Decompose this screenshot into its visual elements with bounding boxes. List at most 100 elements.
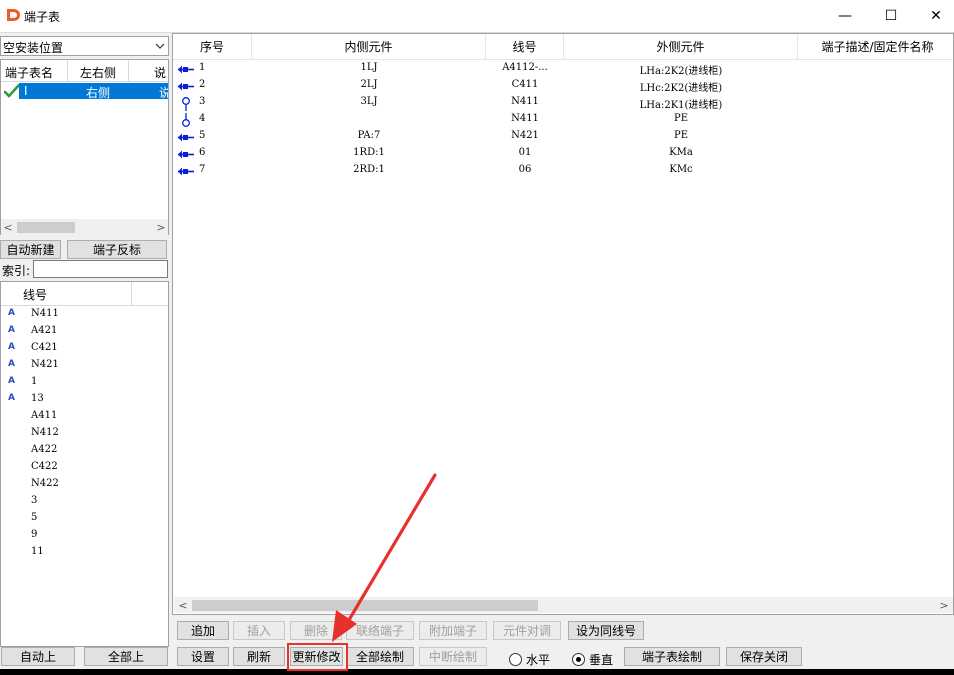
cell-outer: KMa <box>669 147 693 158</box>
search-input[interactable] <box>33 260 168 278</box>
wire-list-item-text: N422 <box>31 478 59 489</box>
same-wire-button[interactable]: 设为同线号 <box>568 621 644 640</box>
cell-wire: A4112-... <box>502 62 548 73</box>
table-hscrollbar[interactable]: < > <box>174 597 953 613</box>
col-header-terminal-name[interactable]: 端子表名 <box>1 60 68 82</box>
wire-list-item-text: C422 <box>31 461 58 472</box>
table-row[interactable]: 6 1RD:1 01 KMa <box>173 146 953 163</box>
wire-list-item[interactable]: A422 <box>1 443 168 460</box>
terminal-list-hscrollbar[interactable]: < > <box>1 219 168 235</box>
terminal-row-extra: 说 <box>159 84 168 101</box>
wire-list-item[interactable]: A 13 <box>1 392 168 409</box>
wire-list-item[interactable]: 5 <box>1 511 168 528</box>
minimize-button[interactable]: — <box>822 0 868 32</box>
radio-horizontal-dot <box>509 652 522 666</box>
settings-button[interactable]: 设置 <box>177 647 229 666</box>
terminal-row-selected[interactable]: I 右侧 说 <box>19 83 168 101</box>
terminal-reverse-button[interactable]: 端子反标 <box>67 240 167 259</box>
terminal-arrow-icon <box>178 82 194 91</box>
maximize-icon: ☐ <box>884 8 898 24</box>
wire-list-item[interactable]: A C421 <box>1 341 168 358</box>
interrupt-draw-button[interactable]: 中断绘制 <box>419 647 487 666</box>
wire-list-item-text: A421 <box>31 325 58 336</box>
radio-vertical-label: 垂直 <box>589 652 614 667</box>
cell-outer: LHc:2K2(进线柜) <box>639 83 723 94</box>
wire-list-item-text: 3 <box>31 495 38 506</box>
wire-list-item[interactable]: A411 <box>1 409 168 426</box>
cell-outer: KMc <box>669 164 693 175</box>
location-combo-value: 空安装位置 <box>3 41 64 55</box>
col-header-wire[interactable]: 线号 <box>1 282 132 306</box>
radio-horizontal[interactable]: 水平 <box>509 651 550 667</box>
col-header-wire-no[interactable]: 线号 <box>486 34 564 60</box>
radio-vertical[interactable]: 垂直 <box>572 651 613 667</box>
col-header-outer[interactable]: 外侧元件 <box>564 34 798 60</box>
table-row[interactable]: 2 2LJ C411 LHc:2K2(进线柜) <box>173 78 953 95</box>
col-header-desc[interactable]: 端子描述/固定件名称 <box>798 34 953 60</box>
wire-list-item[interactable]: 9 <box>1 528 168 545</box>
col-header-inner[interactable]: 内侧元件 <box>252 34 486 60</box>
maximize-button[interactable]: ☐ <box>868 0 914 32</box>
wire-list-item-text: 13 <box>31 393 44 404</box>
col-header-extra[interactable]: 说 <box>129 60 168 82</box>
swap-components-button[interactable]: 元件对调 <box>493 621 561 640</box>
auto-new-button[interactable]: 自动新建 <box>0 240 61 259</box>
wire-list-item[interactable]: A1 <box>1 375 168 392</box>
minimize-icon: — <box>838 8 852 24</box>
all-up-button[interactable]: 全部上 <box>84 647 168 666</box>
wire-list-item-text: A422 <box>31 444 58 455</box>
cell-no: 2 <box>199 79 206 90</box>
table-row[interactable]: 1 1LJ A4112-... LHa:2K2(进线柜) <box>173 61 953 78</box>
scroll-right-icon[interactable]: > <box>154 220 168 234</box>
scroll-left-icon[interactable]: < <box>176 598 190 612</box>
table-row[interactable]: 4 N411 PE <box>173 112 953 129</box>
auto-up-button[interactable]: 自动上 <box>1 647 75 666</box>
cell-wire: 06 <box>518 164 532 175</box>
table-row[interactable]: 5 PA:7 N421 PE <box>173 129 953 146</box>
cell-no: 5 <box>199 130 206 141</box>
close-button[interactable]: ✕ <box>913 0 954 32</box>
cell-wire: 01 <box>518 147 532 158</box>
draw-all-button[interactable]: 全部绘制 <box>346 647 414 666</box>
wire-list-item[interactable]: A N411 <box>1 307 168 324</box>
refresh-button[interactable]: 刷新 <box>233 647 285 666</box>
wire-list-item[interactable]: 11 <box>1 545 168 562</box>
wire-flag-icon: A <box>8 325 15 335</box>
title-bar: 端子表 — ☐ ✕ <box>0 0 954 32</box>
cell-inner: 2LJ <box>360 79 378 90</box>
col-header-side[interactable]: 左右侧 <box>68 60 129 82</box>
terminal-link-icon <box>182 113 190 127</box>
cell-wire: N411 <box>511 96 539 107</box>
wire-list-item[interactable]: C422 <box>1 460 168 477</box>
scroll-right-icon[interactable]: > <box>937 598 951 612</box>
search-label: 索引: <box>2 264 31 278</box>
table-row[interactable]: 3 3LJ N411 LHa:2K1(进线柜) <box>173 95 953 112</box>
terminal-table-list: 端子表名 左右侧 说 I 右侧 说 <box>0 59 169 235</box>
left-pane: 空安装位置 端子表名 左右侧 说 I 右侧 说 < > 自动新建 端子反标 索引… <box>0 33 171 675</box>
chevron-down-icon <box>155 43 165 49</box>
terminal-arrow-icon <box>178 133 194 142</box>
append-button[interactable]: 追加 <box>177 621 229 640</box>
cell-inner: 3LJ <box>360 96 378 107</box>
wire-list-item[interactable]: A N421 <box>1 358 168 375</box>
cell-inner: 2RD:1 <box>353 164 385 175</box>
scroll-thumb[interactable] <box>17 222 75 233</box>
wire-list-item[interactable]: A A421 <box>1 324 168 341</box>
location-combo[interactable]: 空安装位置 <box>0 36 169 56</box>
insert-button[interactable]: 插入 <box>233 621 285 640</box>
window-title: 端子表 <box>24 10 61 24</box>
wire-list-item-text: C421 <box>31 342 58 353</box>
wire-flag-icon: A <box>8 393 15 403</box>
terminal-arrow-icon <box>178 167 194 176</box>
save-close-button[interactable]: 保存关闭 <box>726 647 802 666</box>
table-row[interactable]: 7 2RD:1 06 KMc <box>173 163 953 180</box>
terminal-table-draw-button[interactable]: 端子表绘制 <box>624 647 720 666</box>
scroll-left-icon[interactable]: < <box>1 220 15 234</box>
wire-list-item[interactable]: 3 <box>1 494 168 511</box>
annotation-arrow-icon <box>332 473 437 642</box>
wire-list-item[interactable]: N422 <box>1 477 168 494</box>
wire-list-item[interactable]: N412 <box>1 426 168 443</box>
wire-list-item-text: 11 <box>31 546 44 557</box>
cell-inner: 1LJ <box>360 62 378 73</box>
col-header-no[interactable]: 序号 <box>173 34 252 60</box>
